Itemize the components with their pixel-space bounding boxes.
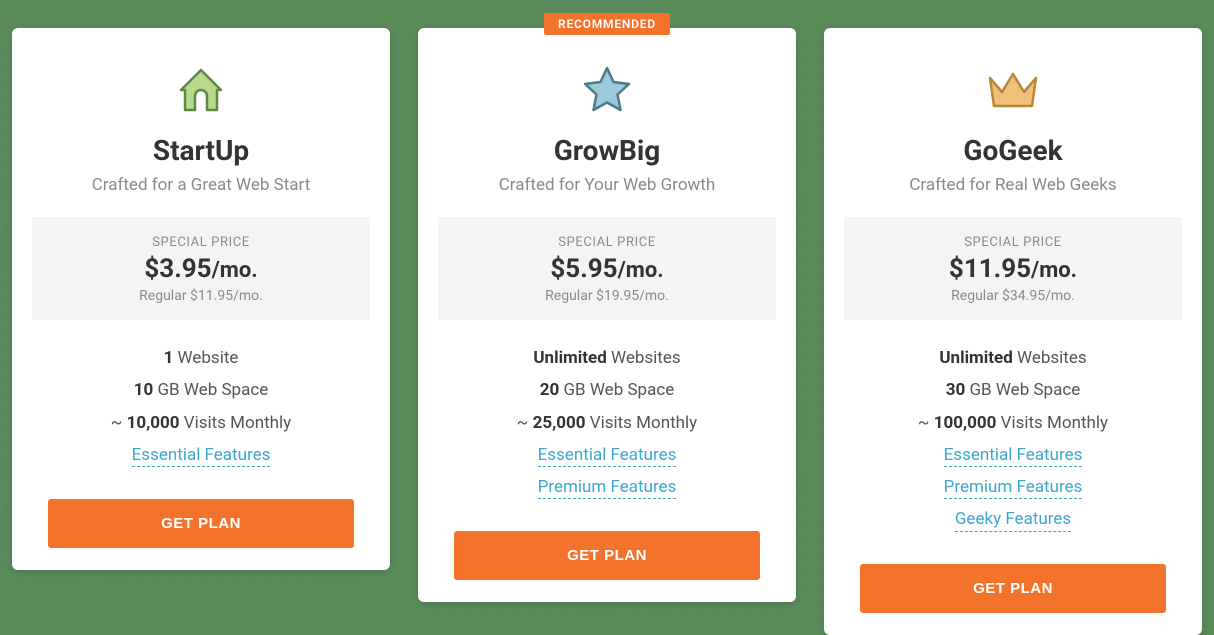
- price-box: SPECIAL PRICE $5.95/mo. Regular $19.95/m…: [438, 217, 776, 320]
- essential-features-link[interactable]: Essential Features: [538, 444, 677, 467]
- plan-tagline: Crafted for Your Web Growth: [499, 175, 716, 195]
- recommended-badge: RECOMMENDED: [544, 13, 670, 35]
- price-regular: Regular $34.95/mo.: [844, 288, 1182, 304]
- feature-visits: ~ 10,000 Visits Monthly: [12, 407, 390, 439]
- essential-features-link[interactable]: Essential Features: [132, 444, 271, 467]
- price-label: SPECIAL PRICE: [32, 235, 370, 250]
- feature-space: 10 GB Web Space: [12, 374, 390, 406]
- house-icon: [175, 60, 227, 120]
- price-line: $5.95/mo.: [438, 254, 776, 284]
- plan-card-startup: StartUp Crafted for a Great Web Start SP…: [12, 28, 390, 570]
- price-value: $11.95: [949, 254, 1031, 284]
- premium-features-link[interactable]: Premium Features: [944, 476, 1083, 499]
- price-value: $3.95: [144, 254, 211, 284]
- plan-name: GoGeek: [963, 134, 1062, 167]
- crown-icon: [984, 60, 1042, 120]
- plan-card-gogeek: GoGeek Crafted for Real Web Geeks SPECIA…: [824, 28, 1202, 635]
- price-box: SPECIAL PRICE $3.95/mo. Regular $11.95/m…: [32, 217, 370, 320]
- feature-visits: ~ 25,000 Visits Monthly: [418, 407, 796, 439]
- price-unit: /mo.: [212, 258, 258, 283]
- feature-websites: Unlimited Websites: [824, 342, 1202, 374]
- price-label: SPECIAL PRICE: [438, 235, 776, 250]
- star-icon: [581, 60, 633, 120]
- features-list: Unlimited Websites 30 GB Web Space ~ 100…: [824, 342, 1202, 536]
- plan-name: GrowBig: [554, 134, 661, 167]
- premium-features-link[interactable]: Premium Features: [538, 476, 677, 499]
- features-list: 1 Website 10 GB Web Space ~ 10,000 Visit…: [12, 342, 390, 471]
- get-plan-button[interactable]: GET PLAN: [454, 531, 760, 580]
- geeky-features-link[interactable]: Geeky Features: [955, 508, 1071, 531]
- price-regular: Regular $19.95/mo.: [438, 288, 776, 304]
- price-label: SPECIAL PRICE: [844, 235, 1182, 250]
- price-box: SPECIAL PRICE $11.95/mo. Regular $34.95/…: [844, 217, 1182, 320]
- price-line: $11.95/mo.: [844, 254, 1182, 284]
- plan-name: StartUp: [153, 134, 249, 167]
- plan-card-growbig: RECOMMENDED GrowBig Crafted for Your Web…: [418, 28, 796, 602]
- get-plan-button[interactable]: GET PLAN: [860, 564, 1166, 613]
- price-unit: /mo.: [618, 258, 664, 283]
- feature-websites: Unlimited Websites: [418, 342, 796, 374]
- features-list: Unlimited Websites 20 GB Web Space ~ 25,…: [418, 342, 796, 503]
- price-line: $3.95/mo.: [32, 254, 370, 284]
- feature-space: 30 GB Web Space: [824, 374, 1202, 406]
- plan-tagline: Crafted for Real Web Geeks: [909, 175, 1116, 195]
- get-plan-button[interactable]: GET PLAN: [48, 499, 354, 548]
- feature-space: 20 GB Web Space: [418, 374, 796, 406]
- essential-features-link[interactable]: Essential Features: [944, 444, 1083, 467]
- price-value: $5.95: [550, 254, 617, 284]
- price-unit: /mo.: [1031, 258, 1077, 283]
- feature-websites: 1 Website: [12, 342, 390, 374]
- feature-visits: ~ 100,000 Visits Monthly: [824, 407, 1202, 439]
- price-regular: Regular $11.95/mo.: [32, 288, 370, 304]
- plan-tagline: Crafted for a Great Web Start: [92, 175, 311, 195]
